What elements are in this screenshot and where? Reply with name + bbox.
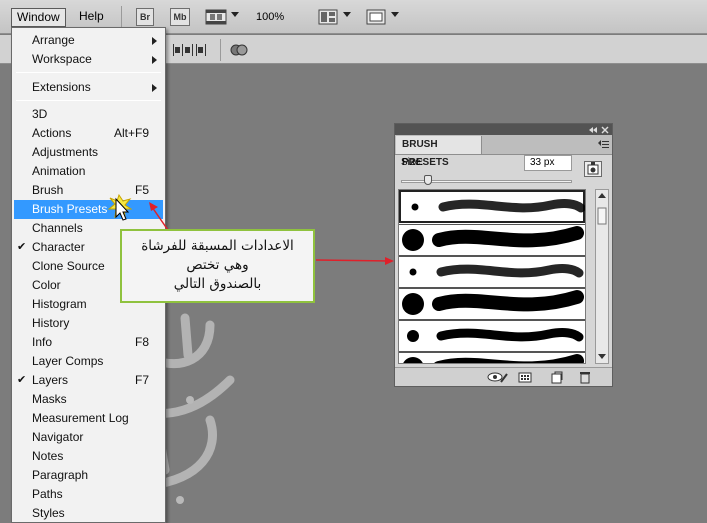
minibridge-button[interactable]: Mb (170, 8, 190, 26)
menu-item-info[interactable]: Info F8 (14, 333, 163, 352)
menu-item-layers[interactable]: ✔ Layers F7 (14, 371, 163, 390)
checkmark-icon: ✔ (17, 374, 27, 386)
submenu-arrow-icon (152, 37, 157, 45)
brush-preset-item[interactable] (399, 320, 585, 352)
size-input[interactable]: 33 px (524, 155, 572, 171)
menu-item-label: Paths (32, 487, 63, 501)
menu-item-paragraph[interactable]: Paragraph (14, 466, 163, 485)
menu-item-label: Paragraph (32, 468, 89, 482)
panel-menu-icon[interactable] (598, 140, 610, 150)
menubar-divider (121, 6, 122, 28)
menu-item-shortcut: F8 (134, 335, 149, 349)
menu-item-navigator[interactable]: Navigator (14, 428, 163, 447)
auto-align-icon[interactable] (230, 42, 248, 58)
menu-item-layer-comps[interactable]: Layer Comps (14, 352, 163, 371)
panel-title-bar[interactable] (395, 124, 612, 135)
menu-item-shortcut: Alt+F9 (113, 126, 149, 140)
chevron-down-icon[interactable] (343, 12, 351, 17)
scrollbar[interactable] (595, 189, 609, 364)
menu-item-label: Styles (32, 506, 65, 520)
menu-window[interactable]: Window (11, 8, 66, 27)
brush-preset-item[interactable] (399, 288, 585, 320)
menu-separator (16, 72, 161, 73)
panel-footer (395, 367, 612, 386)
new-brush-icon[interactable] (550, 371, 564, 384)
chevron-down-icon[interactable] (231, 12, 239, 17)
menu-item-label: History (32, 316, 70, 330)
brush-preset-item[interactable] (399, 352, 585, 363)
trash-icon[interactable] (578, 371, 592, 384)
menu-item-paths[interactable]: Paths (14, 485, 163, 504)
options-divider (220, 39, 221, 61)
collapse-icon[interactable] (588, 126, 610, 134)
callout-line: الاعدادات المسبقة للفرشاة (141, 238, 294, 254)
bridge-button[interactable]: Br (136, 8, 154, 26)
menu-item-masks[interactable]: Masks (14, 390, 163, 409)
brush-panel-icon[interactable] (518, 371, 532, 384)
brush-preset-list (398, 189, 586, 364)
menu-item-label: Masks (32, 392, 67, 406)
menu-item-label: Brush (32, 183, 64, 197)
screen-mode-icon[interactable] (366, 9, 386, 25)
submenu-arrow-icon (152, 84, 157, 92)
menu-item-history[interactable]: History (14, 314, 163, 333)
scroll-thumb[interactable] (597, 207, 607, 225)
menu-item-label: Channels (32, 221, 83, 235)
menu-item-notes[interactable]: Notes (14, 447, 163, 466)
menu-item-adjustments[interactable]: Adjustments (14, 143, 163, 162)
size-slider-handle[interactable] (424, 175, 432, 185)
distribute-icon[interactable] (172, 42, 212, 58)
callout-line: بالصندوق التالي (173, 276, 262, 292)
menu-item-label: Clone Source (32, 259, 105, 273)
menu-item-3d[interactable]: 3D (14, 105, 163, 124)
brush-presets-panel: BRUSH PRESETS Size: 33 px (394, 123, 613, 387)
arrange-documents-icon[interactable] (318, 9, 338, 25)
chevron-down-icon[interactable] (391, 12, 399, 17)
submenu-arrow-icon (152, 56, 157, 64)
arabic-callout-box: الاعدادات المسبقة للفرشاة وهي تختص بالصن… (120, 229, 315, 303)
checkmark-icon: ✔ (17, 241, 27, 253)
scroll-up-icon[interactable] (598, 193, 606, 198)
menu-item-label: Brush Presets (32, 202, 108, 216)
menu-item-measurement-log[interactable]: Measurement Log (14, 409, 163, 428)
size-label: Size: (401, 157, 424, 168)
menu-item-label: Layer Comps (32, 354, 104, 368)
menu-item-label: Color (32, 278, 61, 292)
menu-item-label: Navigator (32, 430, 84, 444)
menu-item-extensions[interactable]: Extensions (14, 78, 163, 97)
menu-item-label: Arrange (32, 33, 75, 47)
menu-item-label: Info (32, 335, 53, 349)
brush-preset-item[interactable] (399, 224, 585, 256)
menu-help[interactable]: Help (74, 8, 109, 27)
scroll-down-icon[interactable] (598, 354, 606, 359)
mouse-cursor-icon (107, 193, 132, 221)
menu-item-label: Actions (32, 126, 72, 140)
menu-item-label: Extensions (32, 80, 91, 94)
menu-item-label: Animation (32, 164, 86, 178)
menu-item-animation[interactable]: Animation (14, 162, 163, 181)
menu-item-label: Layers (32, 373, 69, 387)
tab-brush-presets[interactable]: BRUSH PRESETS (396, 136, 482, 168)
zoom-level[interactable]: 100% (256, 11, 284, 23)
menu-item-label: Character (32, 240, 85, 254)
menu-item-label: Workspace (32, 52, 92, 66)
brush-preset-item[interactable] (399, 256, 585, 288)
callout-line: وهي تختص (186, 257, 249, 273)
filmstrip-icon[interactable] (205, 9, 227, 25)
menu-item-arrange[interactable]: Arrange (14, 31, 163, 50)
menu-item-label: Notes (32, 449, 64, 463)
menu-item-actions[interactable]: Actions Alt+F9 (14, 124, 163, 143)
menu-item-label: 3D (32, 107, 48, 121)
menu-separator (16, 100, 161, 101)
menu-item-shortcut: F7 (134, 373, 149, 387)
brush-preset-icon (587, 162, 599, 175)
menu-item-styles[interactable]: Styles (14, 504, 163, 522)
toggle-expanded-view-icon[interactable] (487, 371, 509, 384)
menu-item-label: Histogram (32, 297, 87, 311)
new-preset-button[interactable] (584, 161, 602, 177)
menu-item-workspace[interactable]: Workspace (14, 50, 163, 69)
brush-preset-item[interactable] (399, 190, 585, 223)
menu-item-label: Measurement Log (32, 411, 129, 425)
menu-item-label: Adjustments (32, 145, 99, 159)
